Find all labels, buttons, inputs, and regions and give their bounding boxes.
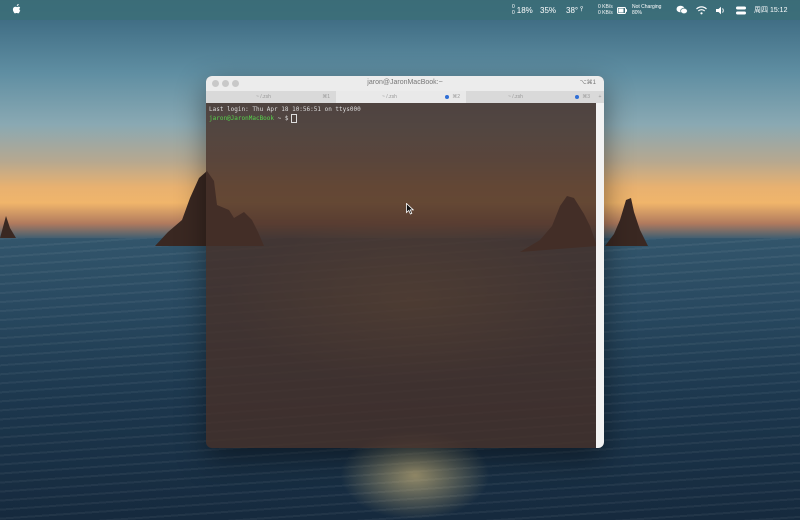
- tab-2-shortcut-wrap: ⌘2: [445, 94, 460, 100]
- tab-1[interactable]: ~ /.zsh ⌘1: [206, 91, 336, 103]
- terminal-titlebar[interactable]: jaron@JaronMacBook:~ ⌥⌘1: [206, 76, 604, 91]
- prompt-line: jaron@JaronMacBook ~ $: [209, 114, 593, 123]
- tab-3-label: ~ /.zsh: [508, 94, 523, 100]
- tab-1-label: ~ /.zsh: [256, 94, 271, 100]
- terminal-output[interactable]: Last login: Thu Apr 18 10:56:51 on ttys0…: [206, 103, 596, 448]
- thermometer-icon: ⫯: [580, 6, 584, 13]
- volume-icon[interactable]: [716, 0, 726, 20]
- activity-dot-icon: [445, 95, 450, 99]
- menu-bar: 0 0 18% 35% 38° ⫯ 0 KB/s 0 KB/s Not Char…: [0, 0, 800, 20]
- temperature-stat-value: 38°: [566, 5, 579, 15]
- last-login-line: Last login: Thu Apr 18 10:56:51 on ttys0…: [209, 106, 361, 113]
- memory-stat[interactable]: 35%: [540, 0, 556, 20]
- control-center-icon[interactable]: [736, 0, 746, 20]
- tab-2-shortcut: ⌘2: [452, 94, 460, 100]
- apple-icon[interactable]: [12, 4, 21, 15]
- network-stat[interactable]: 0 KB/s 0 KB/s: [598, 0, 613, 20]
- wechat-icon[interactable]: [676, 0, 688, 20]
- tab-2[interactable]: ~ /.zsh ⌘2: [336, 91, 466, 103]
- tab-2-label: ~ /.zsh: [382, 94, 397, 100]
- temperature-stat[interactable]: 38° ⫯: [566, 0, 583, 20]
- activity-dot-icon: [575, 95, 580, 99]
- battery-icon[interactable]: [617, 0, 627, 20]
- window-shortcut: ⌥⌘1: [579, 80, 596, 86]
- tab-1-shortcut: ⌘1: [322, 94, 330, 100]
- window-title: jaron@JaronMacBook:~: [367, 79, 443, 86]
- prompt-user: jaron@JaronMacBook: [209, 115, 275, 122]
- battery-percent: 80%: [632, 10, 643, 16]
- mouse-pointer-icon: [406, 203, 414, 215]
- tab-3[interactable]: ~ /.zsh ⌘3: [466, 91, 596, 103]
- battery-status[interactable]: Not Charging 80%: [632, 0, 661, 20]
- text-cursor: [290, 114, 297, 123]
- terminal-window: jaron@JaronMacBook:~ ⌥⌘1 ~ /.zsh ⌘1 ~ /.…: [206, 76, 604, 448]
- cpu-stat-sub: 0 0: [512, 4, 515, 16]
- scrollbar[interactable]: [596, 103, 604, 448]
- tab-3-shortcut-wrap: ⌘3: [575, 94, 590, 100]
- new-tab-button[interactable]: +: [596, 91, 604, 103]
- network-download: 0 KB/s: [598, 10, 613, 16]
- tab-bar: ~ /.zsh ⌘1 ~ /.zsh ⌘2 ~ /.zsh ⌘3 +: [206, 91, 604, 103]
- cpu-stat-bottom: 0: [512, 10, 515, 16]
- tab-3-shortcut: ⌘3: [582, 94, 590, 100]
- prompt-path: ~ $: [277, 115, 289, 122]
- cpu-stat[interactable]: 0 0 18%: [512, 0, 533, 20]
- memory-stat-value: 35%: [540, 5, 557, 15]
- wifi-icon[interactable]: [696, 0, 707, 20]
- cpu-stat-value: 18%: [516, 5, 533, 15]
- clock[interactable]: 周四 15:12: [754, 0, 787, 20]
